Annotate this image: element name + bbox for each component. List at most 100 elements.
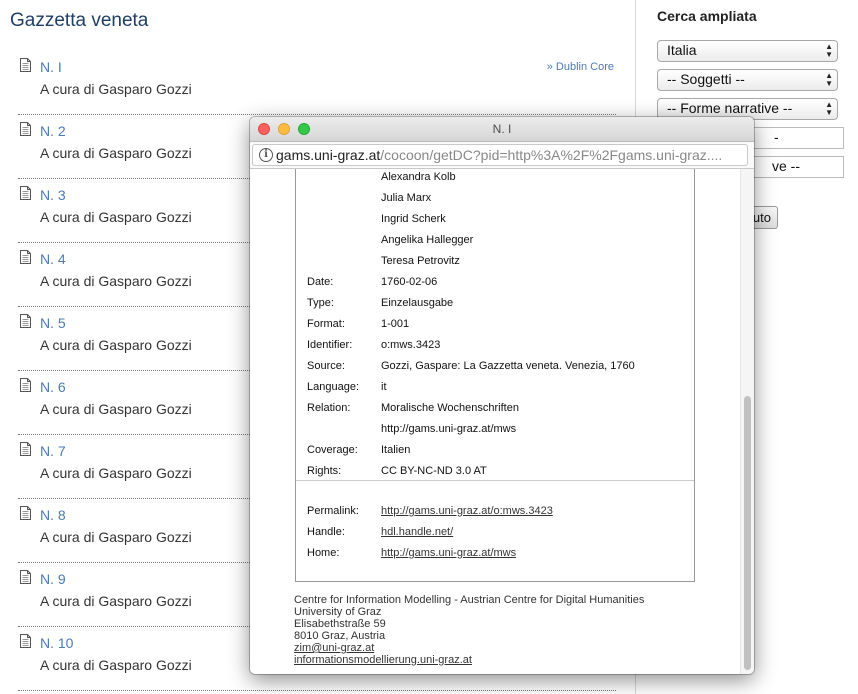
issue-link[interactable]: N. 5 (40, 315, 66, 331)
issue-subtitle: A cura di Gasparo Gozzi (40, 657, 192, 673)
identifier-value: o:mws.3423 (381, 339, 441, 351)
contributor-row: Ingrid Scherk (307, 213, 687, 234)
relation-value: Moralische Wochenschriften (381, 402, 519, 414)
coverage-row: Coverage: Italien (307, 444, 687, 465)
url-field[interactable]: i gams.uni-graz.at/cocoon/getDC?pid=http%… (252, 144, 748, 166)
language-row: Language: it (307, 381, 687, 402)
sidebar-title: Cerca ampliata (657, 8, 757, 24)
contributor-value: Teresa Petrovitz (381, 255, 460, 267)
scrollbar-thumb[interactable] (744, 396, 751, 670)
narrative-forms-select-value: -- Forme narrative -- (667, 100, 793, 116)
contributor-row: Alexandra Kolb (307, 171, 687, 192)
contributor-value: Alexandra Kolb (381, 171, 456, 183)
permalink-link[interactable]: http://gams.uni-graz.at/o:mws.3423 (381, 505, 553, 517)
institution-footer: Centre for Information Modelling - Austr… (294, 594, 644, 666)
language-value: it (381, 381, 387, 393)
handle-link[interactable]: hdl.handle.net/ (381, 526, 453, 538)
document-icon (20, 122, 31, 136)
dublin-core-record: Alexandra Kolb Julia Marx Ingrid Scherk … (295, 169, 695, 582)
footer-street: Elisabethstraße 59 (294, 618, 386, 630)
search-field-2-value: ve -- (772, 158, 800, 174)
relation-label: Relation: (307, 402, 351, 414)
handle-label: Handle: (307, 526, 345, 538)
info-icon[interactable]: i (259, 148, 273, 162)
rights-value: CC BY-NC-ND 3.0 AT (381, 465, 487, 477)
document-icon (20, 58, 31, 72)
footer-city: 8010 Graz, Austria (294, 630, 386, 642)
permalink-label: Permalink: (307, 505, 359, 517)
country-select[interactable]: Italia ▲ ▼ (657, 40, 838, 62)
issue-link[interactable]: N. 3 (40, 187, 66, 203)
issue-subtitle: A cura di Gasparo Gozzi (40, 273, 192, 289)
document-icon (20, 442, 31, 456)
identifier-label: Identifier: (307, 339, 353, 351)
search-button-label: uto (752, 210, 771, 225)
url-path: /cocoon/getDC?pid=http%3A%2F%2Fgams.uni-… (380, 147, 723, 163)
issue-link[interactable]: N. 10 (40, 635, 73, 651)
address-bar: i gams.uni-graz.at/cocoon/getDC?pid=http%… (250, 142, 754, 169)
permalink-row: Permalink: http://gams.uni-graz.at/o:mws.… (307, 505, 687, 526)
dublin-core-link[interactable]: » Dublin Core (547, 61, 614, 73)
date-label: Date: (307, 276, 334, 288)
date-value: 1760-02-06 (381, 276, 438, 288)
contributor-row: Angelika Hallegger (307, 234, 687, 255)
issue-subtitle: A cura di Gasparo Gozzi (40, 209, 192, 225)
rights-label: Rights: (307, 465, 342, 477)
issue-link[interactable]: N. 2 (40, 123, 66, 139)
home-link[interactable]: http://gams.uni-graz.at/mws (381, 547, 516, 559)
relation-row-2: http://gams.uni-graz.at/mws (307, 423, 687, 444)
issue-subtitle: A cura di Gasparo Gozzi (40, 145, 192, 161)
home-label: Home: (307, 547, 340, 559)
coverage-label: Coverage: (307, 444, 358, 456)
issue-link[interactable]: N. 4 (40, 251, 66, 267)
language-label: Language: (307, 381, 359, 393)
subjects-select[interactable]: -- Soggetti -- ▲ ▼ (657, 69, 838, 91)
scrollbar[interactable] (740, 169, 754, 674)
handle-row: Handle: hdl.handle.net/ (307, 526, 687, 547)
format-label: Format: (307, 318, 345, 330)
issue-link[interactable]: N. 7 (40, 443, 66, 459)
divider (296, 480, 694, 481)
document-icon (20, 634, 31, 648)
issue-subtitle: A cura di Gasparo Gozzi (40, 593, 192, 609)
url-host: gams.uni-graz.at (276, 147, 381, 163)
issue-link[interactable]: N. 9 (40, 571, 66, 587)
footer-university: University of Graz (294, 606, 382, 618)
identifier-row: Identifier: o:mws.3423 (307, 339, 687, 360)
date-row: Date: 1760-02-06 (307, 276, 687, 297)
document-icon (20, 378, 31, 392)
search-field-1-value: - (774, 129, 779, 145)
format-row: Format: 1-001 (307, 318, 687, 339)
relation-value-2: http://gams.uni-graz.at/mws (381, 423, 517, 435)
popup-content: Alexandra Kolb Julia Marx Ingrid Scherk … (250, 169, 754, 674)
issue-subtitle: A cura di Gasparo Gozzi (40, 401, 192, 417)
type-value: Einzelausgabe (381, 297, 454, 309)
select-arrows-icon: ▲ ▼ (825, 71, 833, 88)
format-value: 1-001 (381, 318, 410, 330)
country-select-value: Italia (667, 42, 697, 58)
list-item: N. I A cura di Gasparo Gozzi » Dublin Co… (18, 52, 616, 115)
coverage-value: Italien (381, 444, 411, 456)
window-titlebar: N. I (250, 117, 754, 142)
footer-email-link[interactable]: zim@uni-graz.at (294, 642, 374, 654)
source-value: Gozzi, Gaspare: La Gazzetta veneta. Vene… (381, 360, 635, 372)
document-icon (20, 314, 31, 328)
issue-link[interactable]: N. I (40, 59, 62, 75)
type-label: Type: (307, 297, 334, 309)
window-title: N. I (492, 122, 512, 136)
issue-link[interactable]: N. 6 (40, 379, 66, 395)
select-arrows-icon: ▲ ▼ (825, 42, 833, 59)
document-icon (20, 250, 31, 264)
contributor-row: Teresa Petrovitz (307, 255, 687, 276)
type-row: Type: Einzelausgabe (307, 297, 687, 318)
contributor-value: Julia Marx (381, 192, 432, 204)
source-label: Source: (307, 360, 345, 372)
issue-subtitle: A cura di Gasparo Gozzi (40, 337, 192, 353)
footer-org: Centre for Information Modelling - Austr… (294, 594, 645, 606)
footer-website-link[interactable]: informationsmodellierung.uni-graz.at (294, 654, 472, 666)
dublin-core-popup: N. I i gams.uni-graz.at/cocoon/getDC?pid=… (250, 117, 754, 674)
issue-link[interactable]: N. 8 (40, 507, 66, 523)
contributor-value: Angelika Hallegger (381, 234, 474, 246)
issue-subtitle: A cura di Gasparo Gozzi (40, 465, 192, 481)
page-title: Gazzetta veneta (10, 10, 149, 31)
